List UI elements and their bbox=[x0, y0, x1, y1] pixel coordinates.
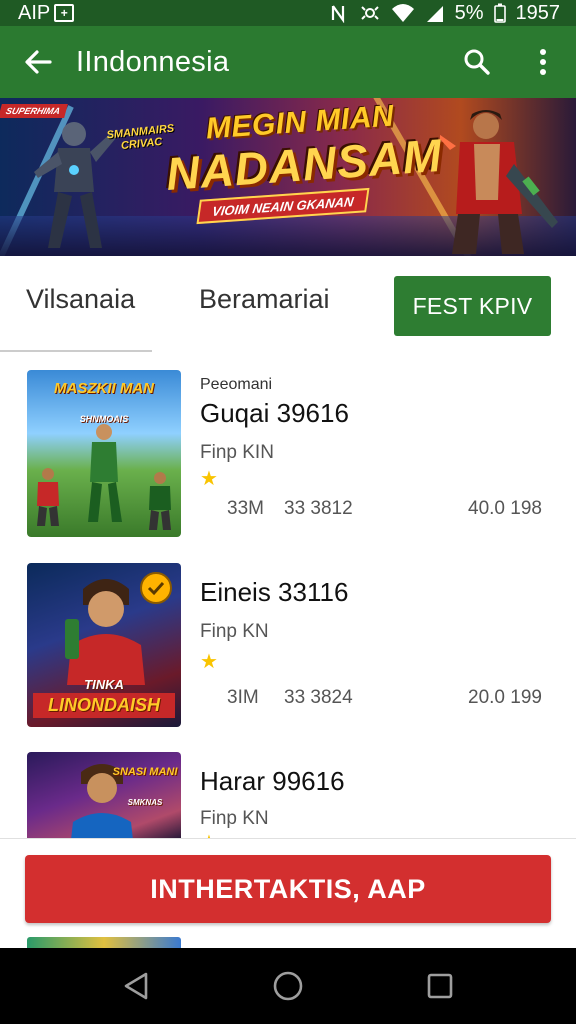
item-meta: Peeomani bbox=[200, 376, 272, 394]
system-nav-bar bbox=[0, 948, 576, 1024]
star-icon: ★ bbox=[200, 651, 218, 673]
item-rating-wrap: ★ bbox=[200, 649, 218, 674]
tab-bar: Vilsanaia Beramariai FEST KPIV bbox=[0, 256, 576, 352]
player-figure bbox=[149, 472, 171, 530]
game-thumbnail[interactable]: TINKA LINONDAISH bbox=[27, 563, 181, 727]
wifi-icon bbox=[391, 4, 414, 22]
status-right: 5% 1957 bbox=[329, 2, 560, 25]
recents-square-icon bbox=[427, 973, 453, 999]
app-bar: IIndonnesia bbox=[0, 26, 576, 98]
back-triangle-icon bbox=[124, 972, 148, 1000]
promo-banner[interactable]: SUPERHIMA SMANMAIRS CRIVAC MEGIN MIAN NA… bbox=[0, 98, 576, 256]
tab-underline bbox=[0, 350, 152, 352]
item-title-wrap: Harar 99616 bbox=[200, 766, 345, 797]
app-icon: + bbox=[54, 4, 75, 22]
home-circle-icon bbox=[273, 971, 303, 1001]
nfc-icon bbox=[331, 5, 344, 23]
back-arrow-icon bbox=[25, 50, 52, 74]
nav-back-button[interactable] bbox=[106, 956, 166, 1016]
hero-portrait bbox=[65, 579, 145, 685]
item-title: Guqai 39616 bbox=[200, 398, 349, 428]
search-icon bbox=[464, 49, 490, 75]
thumbnail-logo: TINKA bbox=[84, 677, 124, 692]
back-button[interactable] bbox=[0, 26, 76, 98]
item-title-wrap: Guqai 39616 bbox=[200, 398, 349, 429]
nav-home-button[interactable] bbox=[258, 956, 318, 1016]
battery-text: 5% bbox=[454, 1, 484, 24]
item-subtitle: Finp KN bbox=[200, 808, 269, 829]
item-subtitle: Finp KIN bbox=[200, 442, 274, 463]
thumbnail-logo: SNASI MANI bbox=[112, 766, 178, 778]
cta-container: INTHERTAKTIS, AAP bbox=[0, 838, 576, 948]
star-icon: ★ bbox=[200, 468, 218, 490]
thumbnail-logo-sub: LINONDAISH bbox=[33, 693, 175, 718]
install-app-button[interactable]: INTHERTAKTIS, AAP bbox=[25, 855, 551, 923]
player-figure bbox=[88, 424, 122, 522]
item-title-wrap: Eineis 33116 bbox=[200, 577, 348, 608]
thumbnail-logo-sub: SMKNAS bbox=[127, 798, 163, 807]
clock: 1957 bbox=[515, 1, 561, 24]
status-left: AIP + bbox=[18, 1, 75, 25]
tab-beramariai[interactable]: Beramariai bbox=[199, 284, 330, 315]
thumbnail-logo: MASZKII MAN bbox=[54, 380, 154, 397]
item-title: Harar 99616 bbox=[200, 766, 345, 796]
game-thumbnail[interactable]: SNASI MANI SMKNAS bbox=[27, 752, 181, 838]
item-stat-version: 40.0 198 bbox=[468, 498, 542, 519]
list-item[interactable]: TINKA LINONDAISH Eineis 33116 Finp KN ★ … bbox=[0, 563, 576, 743]
item-sub-wrap: Finp KN bbox=[200, 621, 269, 643]
nav-recents-button[interactable] bbox=[410, 956, 470, 1016]
status-bar: AIP + 5% 1957 bbox=[0, 0, 576, 26]
item-kicker: Peeomani bbox=[200, 376, 273, 393]
item-sub-wrap: Finp KN bbox=[200, 808, 269, 830]
status-left-text: AIP bbox=[18, 1, 51, 24]
fest-kpiv-button[interactable]: FEST KPIV bbox=[394, 276, 551, 336]
more-vert-icon bbox=[540, 49, 546, 75]
player-figure bbox=[37, 468, 59, 526]
vibrate-icon bbox=[360, 6, 379, 20]
item-title: Eineis 33116 bbox=[200, 577, 349, 607]
more-options-button[interactable] bbox=[510, 26, 576, 98]
item-rating-wrap: ★ bbox=[200, 466, 218, 491]
list-item[interactable]: MASZKII MAN SHNMOAIS Peeomani Guqai 3961… bbox=[0, 370, 576, 550]
item-stat-size: 3IM bbox=[227, 687, 259, 708]
page-title: IIndonnesia bbox=[76, 45, 230, 78]
item-stat-size: 33M bbox=[227, 498, 264, 519]
medal-icon bbox=[140, 572, 172, 604]
battery-icon bbox=[493, 3, 506, 23]
signal-icon bbox=[426, 6, 443, 22]
item-sub-wrap: Finp KIN bbox=[200, 442, 274, 464]
item-stat-count: 33 3824 bbox=[284, 687, 353, 708]
search-button[interactable] bbox=[444, 26, 510, 98]
item-subtitle: Finp KN bbox=[200, 621, 269, 642]
gunner-hero-illustration bbox=[440, 110, 558, 254]
item-stat-count: 33 3812 bbox=[284, 498, 353, 519]
game-thumbnail[interactable]: MASZKII MAN SHNMOAIS bbox=[27, 370, 181, 537]
tab-vilsanaia[interactable]: Vilsanaia bbox=[26, 284, 135, 315]
item-stat-version: 20.0 199 bbox=[468, 687, 542, 708]
